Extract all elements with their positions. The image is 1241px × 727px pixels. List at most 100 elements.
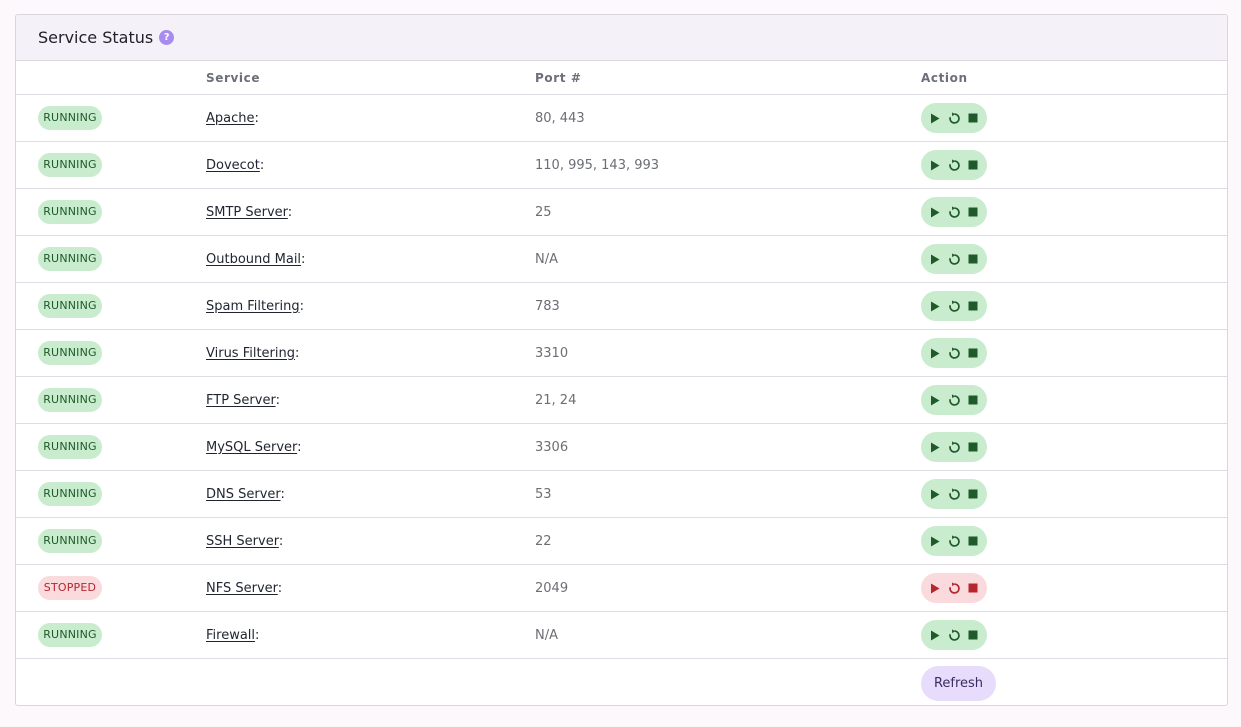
restart-icon[interactable] [946, 249, 963, 269]
status-cell: RUNNING [16, 470, 206, 518]
panel-title: Service Status [38, 28, 154, 47]
play-icon[interactable] [927, 108, 944, 128]
service-link[interactable]: FTP Server [206, 393, 276, 408]
restart-icon[interactable] [946, 343, 963, 363]
play-icon[interactable] [927, 437, 944, 457]
stop-icon[interactable] [965, 437, 982, 457]
restart-icon[interactable] [946, 390, 963, 410]
column-header-service: Service [206, 61, 535, 95]
play-icon[interactable] [927, 390, 944, 410]
footer-row: Refresh [16, 659, 1227, 706]
status-cell: STOPPED [16, 564, 206, 612]
service-link[interactable]: SSH Server [206, 534, 279, 549]
stop-icon[interactable] [965, 531, 982, 551]
action-cell [921, 329, 1227, 377]
port-cell: 3310 [535, 329, 921, 377]
service-link[interactable]: Virus Filtering [206, 346, 295, 361]
service-link[interactable]: SMTP Server [206, 205, 288, 220]
service-colon: : [295, 345, 300, 361]
stop-icon[interactable] [965, 108, 982, 128]
restart-icon[interactable] [946, 296, 963, 316]
status-badge: RUNNING [38, 482, 102, 506]
service-link[interactable]: Apache [206, 111, 255, 126]
table-row: RUNNING Apache: 80, 443 [16, 94, 1227, 142]
status-cell: RUNNING [16, 329, 206, 377]
action-cell [921, 611, 1227, 659]
play-icon[interactable] [927, 155, 944, 175]
port-cell: 53 [535, 470, 921, 518]
port-value: 25 [535, 204, 552, 220]
stop-icon[interactable] [965, 202, 982, 222]
table-row: RUNNING MySQL Server: 3306 [16, 423, 1227, 471]
stop-icon[interactable] [965, 578, 982, 598]
stop-icon[interactable] [965, 296, 982, 316]
service-link[interactable]: Dovecot [206, 158, 260, 173]
port-value: 53 [535, 486, 552, 502]
action-button-group [921, 573, 987, 603]
port-cell: N/A [535, 235, 921, 283]
action-cell [921, 470, 1227, 518]
service-colon: : [299, 298, 304, 314]
service-colon: : [255, 627, 260, 643]
service-cell: MySQL Server: [206, 423, 535, 471]
service-table-body: RUNNING Apache: 80, 443 RUNNING Dovecot:… [16, 94, 1227, 706]
play-icon[interactable] [927, 296, 944, 316]
restart-icon[interactable] [946, 484, 963, 504]
refresh-button[interactable]: Refresh [921, 665, 996, 701]
status-cell: RUNNING [16, 282, 206, 330]
port-value: 21, 24 [535, 392, 577, 408]
service-link[interactable]: MySQL Server [206, 440, 297, 455]
port-value: N/A [535, 251, 558, 267]
port-value: 3306 [535, 439, 569, 455]
status-cell: RUNNING [16, 517, 206, 565]
table-row: STOPPED NFS Server: 2049 [16, 564, 1227, 612]
restart-icon[interactable] [946, 531, 963, 551]
status-cell: RUNNING [16, 235, 206, 283]
play-icon[interactable] [927, 343, 944, 363]
restart-icon[interactable] [946, 437, 963, 457]
status-cell: RUNNING [16, 611, 206, 659]
service-colon: : [287, 204, 293, 220]
table-row: RUNNING FTP Server: 21, 24 [16, 376, 1227, 424]
port-cell: 25 [535, 188, 921, 236]
stop-icon[interactable] [965, 484, 982, 504]
service-link[interactable]: DNS Server [206, 487, 281, 502]
play-icon[interactable] [927, 249, 944, 269]
status-cell: RUNNING [16, 376, 206, 424]
restart-icon[interactable] [946, 578, 963, 598]
restart-icon[interactable] [946, 625, 963, 645]
service-cell: Apache: [206, 94, 535, 142]
action-cell [921, 94, 1227, 142]
service-colon: : [275, 392, 280, 408]
restart-icon[interactable] [946, 108, 963, 128]
service-cell: Spam Filtering: [206, 282, 535, 330]
action-button-group [921, 385, 987, 415]
stop-icon[interactable] [965, 155, 982, 175]
service-cell: SSH Server: [206, 517, 535, 565]
port-value: 3310 [535, 345, 569, 361]
service-link[interactable]: Firewall [206, 628, 255, 643]
stop-icon[interactable] [965, 249, 982, 269]
status-cell: RUNNING [16, 94, 206, 142]
stop-icon[interactable] [965, 625, 982, 645]
play-icon[interactable] [927, 531, 944, 551]
service-link[interactable]: Outbound Mail [206, 252, 301, 267]
play-icon[interactable] [927, 578, 944, 598]
status-badge: RUNNING [38, 153, 102, 177]
stop-icon[interactable] [965, 343, 982, 363]
service-link[interactable]: NFS Server [206, 581, 278, 596]
port-cell: N/A [535, 611, 921, 659]
service-cell: FTP Server: [206, 376, 535, 424]
restart-icon[interactable] [946, 202, 963, 222]
play-icon[interactable] [927, 202, 944, 222]
restart-icon[interactable] [946, 155, 963, 175]
stop-icon[interactable] [965, 390, 982, 410]
play-icon[interactable] [927, 484, 944, 504]
play-icon[interactable] [927, 625, 944, 645]
footer-action-cell: Refresh [921, 659, 1227, 706]
action-button-group [921, 620, 987, 650]
action-button-group [921, 338, 987, 368]
help-icon[interactable]: ? [159, 30, 175, 45]
service-link[interactable]: Spam Filtering [206, 299, 300, 314]
status-badge: STOPPED [38, 576, 102, 600]
